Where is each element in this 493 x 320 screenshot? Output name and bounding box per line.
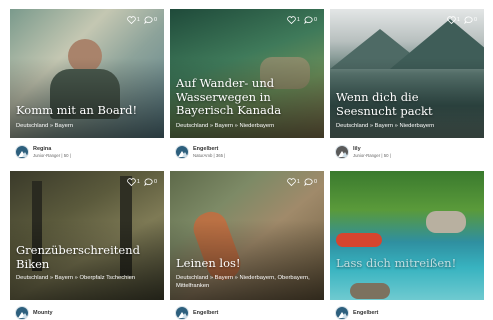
avatar[interactable] — [15, 306, 29, 320]
like-count-value: 1 — [296, 179, 300, 185]
story-image[interactable]: 1 0 Grenzüberschreitend Biken Deutschlan… — [10, 171, 164, 300]
story-image[interactable]: 1 0 Leinen los! Deutschland » Bayern » N… — [170, 171, 324, 300]
comment-count-value: 0 — [313, 179, 317, 185]
comment-count-value: 0 — [473, 17, 477, 23]
comment-count-value: 0 — [313, 17, 317, 23]
story-stats: 1 0 — [287, 178, 317, 186]
author[interactable]: Regina Junior-Ranger | 50 | — [15, 145, 71, 159]
comment-count[interactable]: 0 — [304, 178, 317, 186]
heart-icon — [287, 178, 296, 186]
story-card[interactable]: 1 0 Leinen los! Deutschland » Bayern » N… — [170, 171, 324, 320]
story-location: Deutschland » Bayern » Niederbayern — [336, 123, 435, 129]
story-card[interactable]: 1 0 Grenzüberschreitend Biken Deutschlan… — [10, 171, 164, 320]
comment-count[interactable]: 0 — [304, 16, 317, 24]
raft-shape — [336, 233, 382, 247]
story-image[interactable]: 1 0 Wenn dich die Seesnucht packt Deutsc… — [330, 9, 484, 138]
speech-bubble-icon — [144, 16, 153, 24]
author-role: NaturAmb | 365 | — [193, 152, 226, 158]
like-count-value: 1 — [456, 17, 460, 23]
story-card[interactable]: 1 0 Komm mit an Board! Deutschland » Bay… — [10, 9, 164, 169]
story-location: Deutschland » Bayern » Niederbayern, Obe… — [176, 275, 310, 289]
avatar[interactable] — [175, 145, 189, 159]
author-name[interactable]: lily — [353, 146, 391, 153]
author[interactable]: Engelbert — [335, 306, 378, 320]
author-name[interactable]: Mounty — [33, 310, 53, 317]
author-name[interactable]: Engelbert — [353, 310, 378, 317]
story-image[interactable]: 1 0 Auf Wander- und Wasserwegen in Bayer… — [170, 9, 324, 138]
avatar[interactable] — [175, 306, 189, 320]
author[interactable]: lily Junior-Ranger | 50 | — [335, 145, 391, 159]
like-count-value: 1 — [136, 17, 140, 23]
avatar[interactable] — [335, 145, 349, 159]
author-role: Junior-Ranger | 50 | — [33, 152, 71, 158]
heart-icon — [447, 16, 456, 24]
author-name[interactable]: Regina — [33, 146, 71, 153]
comment-count-value: 0 — [153, 17, 157, 23]
story-title[interactable]: Wenn dich die Seesnucht packt — [336, 90, 478, 118]
avatar[interactable] — [335, 306, 349, 320]
rock-shape — [426, 211, 466, 233]
story-image[interactable]: 1 0 Komm mit an Board! Deutschland » Bay… — [10, 9, 164, 138]
like-count[interactable]: 1 — [447, 16, 460, 24]
like-count[interactable]: 1 — [127, 16, 140, 24]
author[interactable]: Engelbert NaturAmb | 365 | — [175, 145, 225, 159]
story-stats: 1 0 — [127, 178, 157, 186]
avatar[interactable] — [15, 145, 29, 159]
story-stats: 1 0 — [287, 16, 317, 24]
story-location: Deutschland » Bayern » Oberpfalz Tschech… — [16, 275, 136, 281]
comment-count[interactable]: 0 — [464, 16, 477, 24]
author[interactable]: Mounty — [15, 306, 53, 320]
comment-count[interactable]: 0 — [144, 178, 157, 186]
heart-icon — [127, 178, 136, 186]
story-title[interactable]: Grenzüberschreitend Biken — [16, 243, 158, 271]
story-stats: 1 0 — [447, 16, 477, 24]
story-title[interactable]: Leinen los! — [176, 256, 318, 271]
story-stats: 1 0 — [127, 16, 157, 24]
story-card[interactable]: 1 0 Wenn dich die Seesnucht packt Deutsc… — [330, 9, 484, 169]
author-name[interactable]: Engelbert — [193, 310, 218, 317]
story-card[interactable]: 1 0 Auf Wander- und Wasserwegen in Bayer… — [170, 9, 324, 169]
story-location: Deutschland » Bayern » Niederbayern — [176, 123, 275, 129]
comment-count[interactable]: 0 — [144, 16, 157, 24]
author[interactable]: Engelbert — [175, 306, 218, 320]
story-location: Deutschland » Bayern — [16, 123, 74, 129]
author-role: Junior-Ranger | 50 | — [353, 152, 391, 158]
heart-icon — [127, 16, 136, 24]
speech-bubble-icon — [464, 16, 473, 24]
speech-bubble-icon — [304, 178, 313, 186]
heart-icon — [287, 16, 296, 24]
like-count[interactable]: 1 — [287, 16, 300, 24]
speech-bubble-icon — [144, 178, 153, 186]
rock-shape — [350, 283, 390, 299]
story-title[interactable]: Komm mit an Board! — [16, 103, 158, 118]
story-title[interactable]: Lass dich mitreißen! — [336, 256, 478, 271]
like-count[interactable]: 1 — [127, 178, 140, 186]
story-image[interactable]: Lass dich mitreißen! — [330, 171, 484, 300]
story-card[interactable]: Lass dich mitreißen! Engelbert — [330, 171, 484, 320]
like-count-value: 1 — [136, 179, 140, 185]
like-count-value: 1 — [296, 17, 300, 23]
comment-count-value: 0 — [153, 179, 157, 185]
story-title[interactable]: Auf Wander- und Wasserwegen in Bayerisch… — [176, 76, 318, 118]
author-name[interactable]: Engelbert — [193, 146, 225, 153]
like-count[interactable]: 1 — [287, 178, 300, 186]
speech-bubble-icon — [304, 16, 313, 24]
